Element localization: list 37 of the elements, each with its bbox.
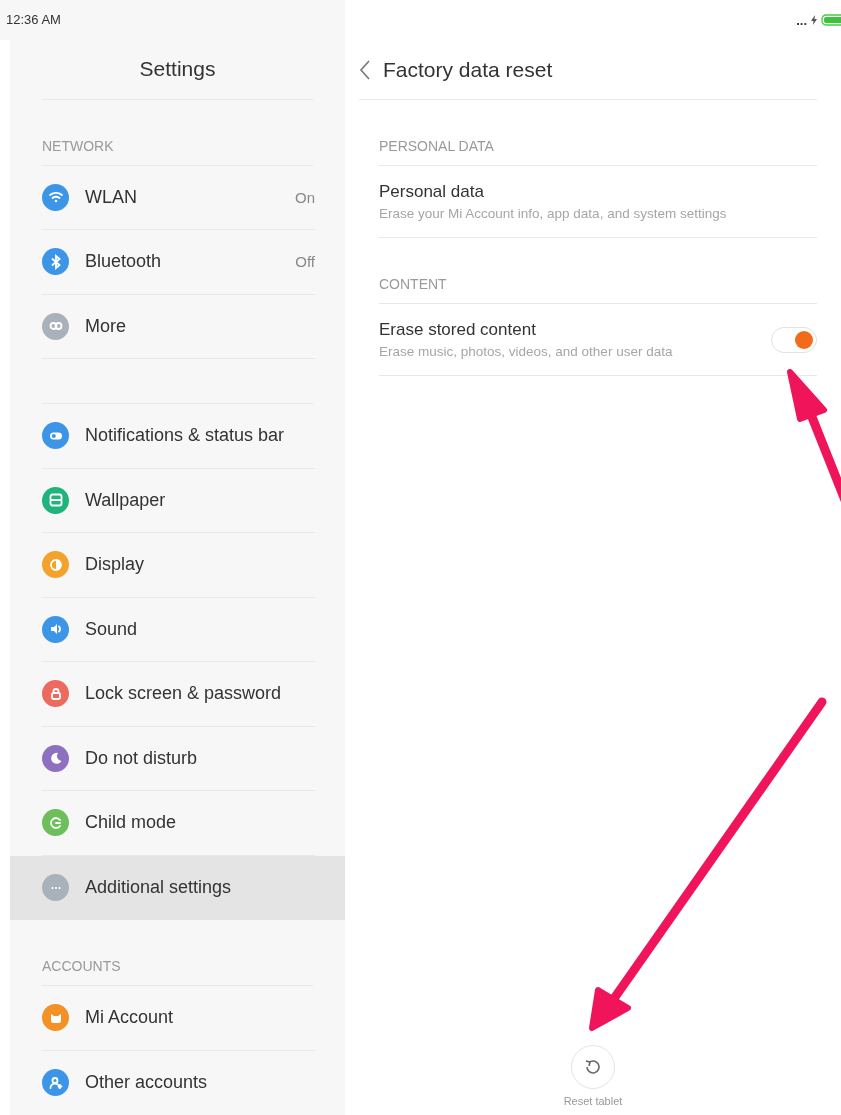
more-dots: ... [796,12,807,28]
setting-item[interactable]: Erase stored content Erase music, photos, videos, and other user data [379,304,817,376]
refresh-icon [583,1057,603,1077]
row-label: Additional settings [85,877,233,899]
row-label: WLAN [85,186,138,208]
settings-row[interactable]: Additional settings [10,855,345,920]
page-title: Factory data reset [383,57,553,82]
battery-icon [821,14,841,26]
row-label: Display [85,554,146,576]
status-time: 12:36 AM [6,12,61,28]
section-header: CONTENT [379,276,447,292]
row-label: Bluetooth [85,251,163,273]
section-header: ACCOUNTS [42,958,121,974]
row-label: Lock screen & password [85,683,283,705]
row-value: Off [295,253,315,271]
reset-button[interactable] [571,1045,615,1089]
charging-icon [811,15,817,25]
section-header: NETWORK [42,137,114,154]
row-label: Sound [85,618,139,640]
item-title: Erase stored content [379,320,537,340]
item-title: Personal data [379,182,485,202]
row-label: More [85,315,127,337]
row-label: Do not disturb [85,747,199,769]
row-label: Mi Account [85,1007,175,1029]
row-label: Other accounts [85,1072,209,1094]
sidebar-title: Settings [139,57,216,81]
back-button[interactable] [359,58,371,81]
row-value: On [295,188,315,206]
setting-item[interactable]: Personal data Erase your Mi Account info, app data, and system settings [379,166,817,238]
item-subtitle: Erase your Mi Account info, app data, and system settings [379,206,728,221]
row-label: Child mode [85,812,178,834]
section-header: PERSONAL DATA [379,138,494,154]
toggle-switch[interactable] [771,326,817,353]
row-label: Wallpaper [85,489,167,511]
reset-label: Reset tablet [563,1095,623,1107]
row-label: Notifications & status bar [85,425,286,447]
item-subtitle: Erase music, photos, videos, and other user data [379,344,674,359]
